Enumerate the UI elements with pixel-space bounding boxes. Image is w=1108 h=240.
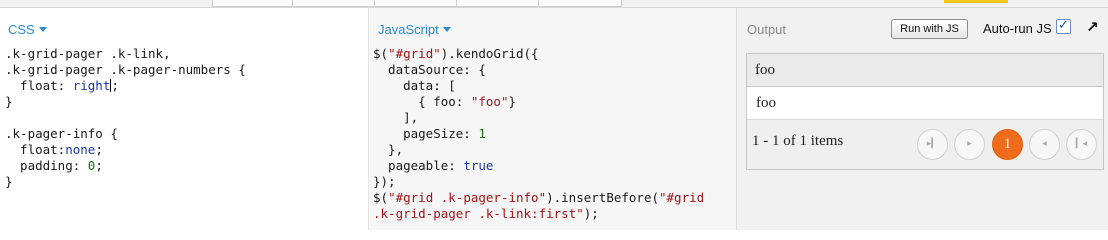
css-code-editor[interactable]: .k-grid-pager .k-link, .k-grid-pager .k-…: [5, 46, 246, 190]
tab-stub[interactable]: [212, 0, 294, 7]
tab-stub[interactable]: [456, 0, 540, 7]
code-line: data: [: [373, 78, 456, 93]
code-line: $("#grid .k-pager-info").insertBefore("#…: [373, 190, 705, 205]
active-tab-accent: [944, 0, 1008, 3]
code-line: $("#grid").kendoGrid({: [373, 46, 539, 61]
grid-pager: 1 - 1 of 1 items ▸▎ ▸ 1 ◂ ▎◂: [747, 120, 1103, 169]
code-line: float:none;: [5, 142, 103, 157]
code-line: float: right;: [5, 78, 119, 93]
output-label: Output: [747, 22, 787, 37]
js-panel-selector[interactable]: JavaScript: [378, 22, 451, 37]
kendo-grid: foo foo 1 - 1 of 1 items ▸▎ ▸ 1 ◂ ▎◂: [746, 53, 1104, 170]
js-code-editor[interactable]: $("#grid").kendoGrid({ dataSource: { dat…: [373, 46, 704, 222]
tab-stub[interactable]: [374, 0, 458, 7]
css-editor-pane: CSS .k-grid-pager .k-link, .k-grid-pager…: [0, 8, 369, 230]
css-panel-selector[interactable]: CSS: [8, 22, 47, 37]
css-panel-label: CSS: [8, 22, 35, 37]
code-line: padding: 0;: [5, 158, 103, 173]
column-header-label: foo: [755, 62, 775, 78]
code-line: }: [5, 94, 13, 109]
code-line: .k-pager-info {: [5, 126, 118, 141]
text-cursor: [110, 79, 112, 92]
autorun-checkbox[interactable]: ✓: [1056, 19, 1071, 34]
next-page-icon[interactable]: ◂: [1029, 129, 1060, 160]
chevron-down-icon: [442, 27, 451, 32]
current-page-button[interactable]: 1: [992, 129, 1023, 160]
js-editor-pane: JavaScript $("#grid").kendoGrid({ dataSo…: [369, 8, 737, 230]
code-line: pageable: true: [373, 158, 494, 173]
js-panel-label: JavaScript: [378, 22, 439, 37]
code-line: .k-grid-pager .k-link:first");: [373, 206, 599, 221]
code-line: .k-grid-pager .k-pager-numbers {: [5, 62, 246, 77]
top-tab-strip: [0, 0, 1108, 8]
tab-stub[interactable]: [292, 0, 376, 7]
popout-arrow-icon[interactable]: ↗: [1086, 18, 1099, 36]
autorun-label: Auto-run JS: [983, 21, 1052, 36]
code-line: pageSize: 1: [373, 126, 486, 141]
last-page-icon[interactable]: ▎◂: [1066, 129, 1097, 160]
chevron-down-icon: [38, 27, 47, 32]
tab-stub[interactable]: [538, 0, 622, 7]
output-pane: Output Run with JS Auto-run JS ✓ ↗ foo f…: [737, 8, 1108, 230]
code-line: .k-grid-pager .k-link,: [5, 46, 171, 61]
previous-page-icon[interactable]: ▸: [954, 129, 985, 160]
code-line: { foo: "foo"}: [373, 94, 517, 109]
pager-info: 1 - 1 of 1 items: [752, 133, 844, 149]
code-line: }: [5, 174, 13, 189]
code-line: ],: [373, 110, 419, 125]
first-page-icon[interactable]: ▸▎: [917, 129, 948, 160]
code-line: },: [373, 142, 404, 157]
code-line: dataSource: {: [373, 62, 486, 77]
table-cell: foo: [756, 95, 776, 111]
code-line: });: [373, 174, 396, 189]
table-row[interactable]: foo: [747, 87, 1103, 120]
run-with-js-button[interactable]: Run with JS: [891, 19, 968, 39]
grid-column-header[interactable]: foo: [747, 54, 1103, 87]
